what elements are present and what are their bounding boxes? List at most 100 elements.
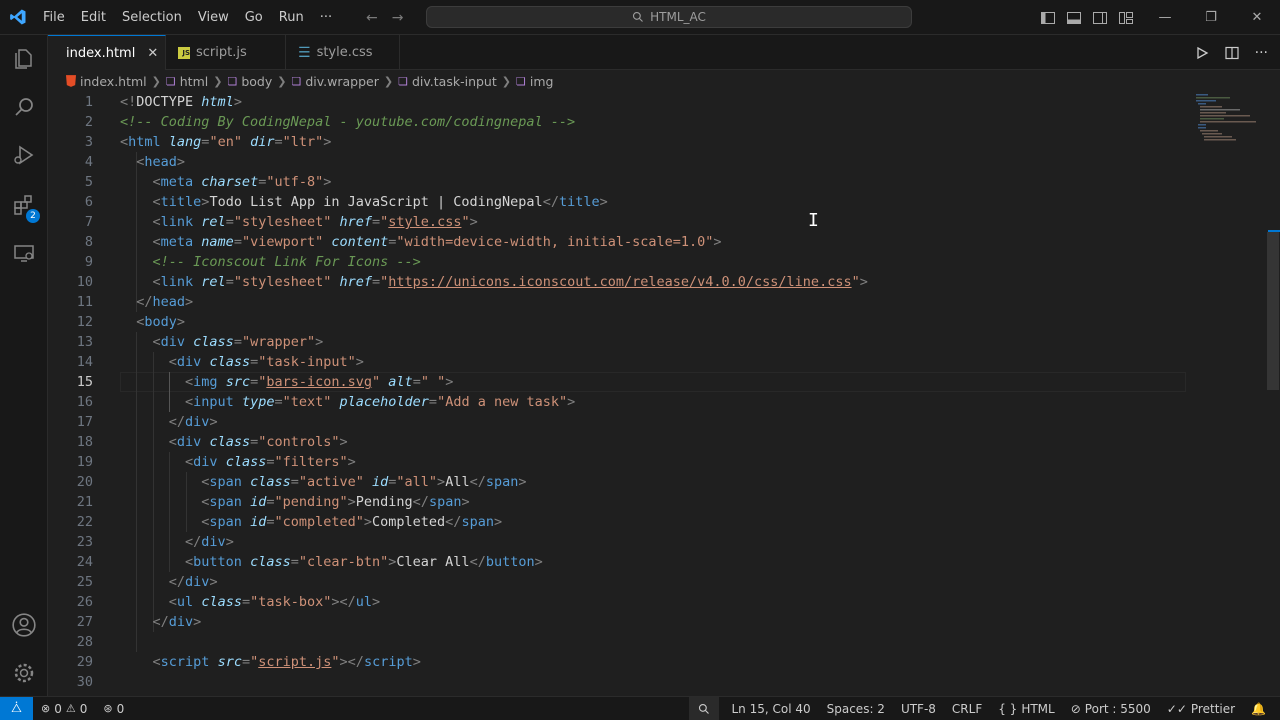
code-token: </: [445, 514, 462, 530]
remote-explorer-icon[interactable]: [0, 229, 48, 277]
code-text: </div>: [120, 612, 202, 632]
code-token: meta: [160, 234, 202, 250]
indentation[interactable]: Spaces: 2: [819, 697, 893, 720]
code-token: </: [185, 534, 202, 550]
menu-more[interactable]: ···: [312, 0, 340, 35]
split-editor-icon[interactable]: [1225, 46, 1239, 60]
tab-index-html[interactable]: index.html ✕: [48, 35, 166, 70]
code-token: class: [201, 594, 242, 610]
cursor-position[interactable]: Ln 15, Col 40: [719, 697, 818, 720]
account-icon[interactable]: [0, 601, 48, 649]
code-token: =: [241, 654, 251, 670]
code-token: button: [485, 554, 535, 570]
minimize-icon[interactable]: —: [1142, 0, 1188, 35]
more-actions-icon[interactable]: ···: [1255, 45, 1268, 61]
run-debug-icon[interactable]: [0, 131, 48, 179]
breadcrumb-div-wrapper[interactable]: ❏ div.wrapper: [291, 74, 378, 89]
live-server-port[interactable]: ⊘ Port : 5500: [1063, 697, 1159, 720]
explorer-icon[interactable]: [0, 35, 48, 83]
close-tab-icon[interactable]: ✕: [147, 46, 158, 61]
run-icon[interactable]: [1195, 46, 1209, 60]
code-token: >: [176, 314, 186, 330]
breadcrumb-div-task-input[interactable]: ❏ div.task-input: [398, 74, 497, 89]
minimap[interactable]: [1192, 92, 1262, 142]
tab-style-css[interactable]: ☰ style.css: [286, 35, 400, 70]
toggle-panel-icon[interactable]: [1066, 10, 1082, 26]
breadcrumb-file[interactable]: index.html: [66, 74, 147, 89]
code-token: rel: [201, 274, 226, 290]
prettier-status[interactable]: ✓✓ Prettier: [1159, 697, 1243, 720]
customize-layout-icon[interactable]: [1118, 10, 1134, 26]
restore-icon[interactable]: ❐: [1188, 0, 1234, 35]
notifications-bell-icon[interactable]: 🔔: [1243, 697, 1280, 720]
close-window-icon[interactable]: ✕: [1234, 0, 1280, 35]
code-token: input: [193, 394, 242, 410]
menu-file[interactable]: File: [35, 0, 73, 35]
line-number: 25: [76, 574, 93, 590]
breadcrumb-html[interactable]: ❏ html: [166, 74, 208, 89]
code-token: placeholder: [339, 394, 429, 410]
breadcrumb-body[interactable]: ❏ body: [227, 74, 272, 89]
vertical-scrollbar-thumb[interactable]: [1267, 232, 1279, 390]
command-center-search[interactable]: HTML_AC: [426, 6, 912, 28]
code-token: </: [469, 554, 486, 570]
menu-selection[interactable]: Selection: [114, 0, 190, 35]
element-tag-icon: ❏: [165, 74, 176, 88]
code-token: >: [534, 554, 543, 570]
menu-edit[interactable]: Edit: [73, 0, 114, 35]
code-text: <div class="controls">: [120, 432, 348, 452]
problems-indicator[interactable]: ⊗ 0 ⚠ 0: [33, 697, 95, 720]
zoom-icon[interactable]: [689, 697, 720, 720]
code-token: div: [160, 334, 194, 350]
code-token: </: [542, 194, 559, 210]
code-token: >: [339, 654, 348, 670]
code-token: script.js: [258, 654, 332, 670]
code-token: script: [363, 654, 413, 670]
code-token: ": [250, 654, 259, 670]
html5-icon: [66, 75, 76, 87]
menu-view[interactable]: View: [190, 0, 237, 35]
line-number: 13: [76, 334, 93, 350]
code-token: All: [445, 474, 470, 490]
code-editor[interactable]: 1 <!DOCTYPE html> 2 <!-- Coding By CodingNe…: [48, 92, 1280, 696]
line-number: 18: [76, 434, 93, 450]
code-token: =: [274, 134, 283, 150]
back-arrow-icon[interactable]: ←: [366, 10, 378, 26]
code-token: title: [160, 194, 202, 210]
code-token: =: [233, 234, 242, 250]
code-token: "task-input": [258, 354, 356, 370]
code-token: ul: [176, 594, 202, 610]
tab-script-js[interactable]: JS script.js: [166, 35, 286, 70]
toggle-secondary-sidebar-icon[interactable]: [1092, 10, 1108, 26]
code-token: >: [185, 294, 194, 310]
end-of-line[interactable]: CRLF: [944, 697, 990, 720]
ports-indicator[interactable]: ⊛ 0: [95, 697, 132, 720]
code-token: alt: [388, 374, 413, 390]
code-token: div: [176, 434, 210, 450]
remote-indicator-icon[interactable]: ⧊: [0, 696, 33, 720]
code-token: "Add a new task": [437, 394, 568, 410]
code-token: >: [347, 494, 356, 510]
encoding[interactable]: UTF-8: [893, 697, 944, 720]
forward-arrow-icon[interactable]: →: [392, 10, 404, 26]
code-token: <: [185, 374, 194, 390]
search-view-icon[interactable]: [0, 83, 48, 131]
menu-go[interactable]: Go: [237, 0, 271, 35]
code-token: head: [152, 294, 186, 310]
breadcrumb-img[interactable]: ❏ img: [516, 74, 553, 89]
extensions-icon[interactable]: 2: [0, 181, 48, 229]
settings-gear-icon[interactable]: [0, 649, 48, 697]
code-token: >: [437, 474, 446, 490]
activity-bar: 2: [0, 35, 48, 696]
language-mode[interactable]: { } HTML: [990, 697, 1063, 720]
chevron-right-icon: ❯: [383, 74, 394, 88]
code-token: =: [250, 434, 259, 450]
code-token: ": [331, 654, 340, 670]
toggle-primary-sidebar-icon[interactable]: [1040, 10, 1056, 26]
menu-run[interactable]: Run: [271, 0, 312, 35]
code-token: >: [193, 614, 202, 630]
